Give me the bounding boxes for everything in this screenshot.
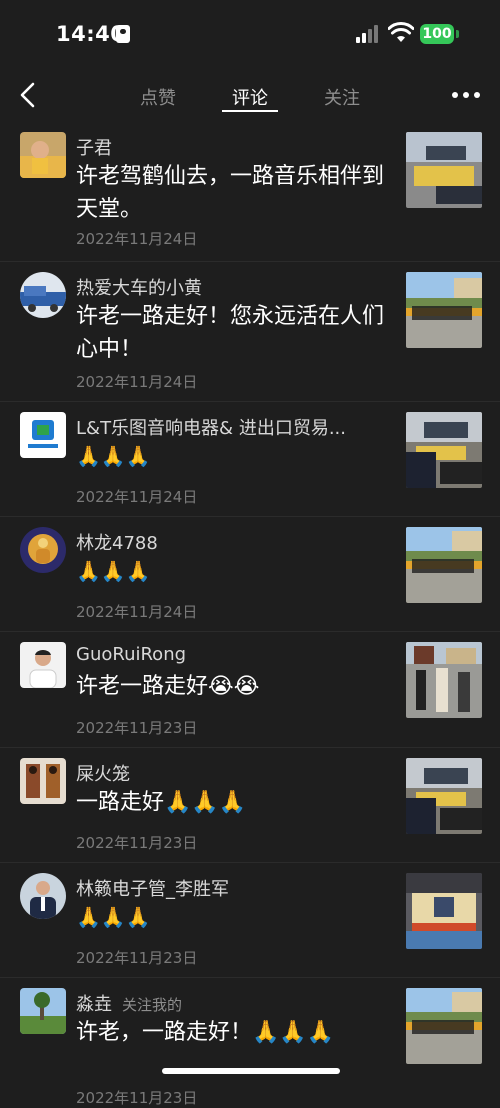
username[interactable]: 子君	[76, 134, 112, 160]
comment-date: 2022年11月24日	[76, 488, 198, 506]
avatar[interactable]	[20, 412, 66, 458]
post-thumbnail[interactable]	[406, 873, 482, 949]
username[interactable]: 林龙4788	[76, 529, 158, 555]
tab-comments[interactable]: 评论	[232, 84, 268, 110]
status-time: 14:40	[56, 22, 126, 46]
username[interactable]: 热爱大车的小黄	[76, 274, 202, 300]
username-text[interactable]: 淼垚	[76, 994, 112, 1015]
comment-text: 🙏🙏🙏	[76, 559, 151, 583]
comment-text: 许老一路走好😭😭	[76, 674, 260, 699]
avatar[interactable]	[20, 988, 66, 1034]
tab-follows[interactable]: 关注	[324, 84, 360, 110]
list-item[interactable]: L&T乐图音响电器& 进出口贸易... 🙏🙏🙏 2022年11月24日	[0, 402, 500, 517]
avatar[interactable]	[20, 642, 66, 688]
active-tab-indicator	[222, 110, 278, 112]
avatar[interactable]	[20, 758, 66, 804]
post-thumbnail[interactable]	[406, 642, 482, 718]
comment-date: 2022年11月23日	[76, 1089, 198, 1107]
list-item[interactable]: 林籁电子管_李胜军 🙏🙏🙏 2022年11月23日	[0, 863, 500, 978]
post-thumbnail[interactable]	[406, 272, 482, 348]
comment-date: 2022年11月24日	[76, 373, 198, 391]
comment-text: 许老驾鹤仙去，一路音乐相伴到天堂。	[76, 164, 385, 222]
list-item[interactable]: GuoRuiRong 许老一路走好😭😭 2022年11月23日	[0, 632, 500, 748]
comment-date: 2022年11月23日	[76, 719, 198, 737]
battery-icon: 100	[420, 24, 454, 44]
comment-date: 2022年11月24日	[76, 603, 198, 621]
list-item[interactable]: 林龙4788 🙏🙏🙏 2022年11月24日	[0, 517, 500, 632]
comment-text: 一路走好🙏🙏🙏	[76, 790, 247, 815]
post-thumbnail[interactable]	[406, 412, 482, 488]
battery-tip	[456, 30, 459, 38]
post-thumbnail[interactable]	[406, 988, 482, 1064]
comment-text: 许老，一路走好！🙏🙏🙏	[76, 1020, 335, 1045]
comment-text: 许老一路走好！您永远活在人们心中！	[76, 304, 385, 362]
comment-date: 2022年11月23日	[76, 949, 198, 967]
comment-text: 🙏🙏🙏	[76, 444, 151, 468]
list-item[interactable]: 热爱大车的小黄 许老一路走好！您永远活在人们心中！ 2022年11月24日	[0, 262, 500, 402]
post-thumbnail[interactable]	[406, 758, 482, 834]
list-item[interactable]: 淼垚 关注我的 许老，一路走好！🙏🙏🙏 2022年11月23日	[0, 978, 500, 1107]
post-thumbnail[interactable]	[406, 527, 482, 603]
comment-date: 2022年11月23日	[76, 834, 198, 852]
list-item[interactable]: 屎火笼 一路走好🙏🙏🙏 2022年11月23日	[0, 748, 500, 863]
avatar[interactable]	[20, 873, 66, 919]
username[interactable]: 屎火笼	[76, 760, 130, 786]
id-card-icon	[116, 25, 130, 43]
username[interactable]: GuoRuiRong	[76, 644, 186, 665]
cellular-signal-icon	[356, 25, 380, 43]
avatar[interactable]	[20, 527, 66, 573]
wifi-icon	[388, 22, 414, 42]
status-bar: 14:40 100	[0, 0, 500, 66]
tab-likes[interactable]: 点赞	[140, 84, 176, 110]
username[interactable]: 淼垚 关注我的	[76, 990, 182, 1016]
nav-bar: 点赞 评论 关注	[0, 70, 500, 122]
home-indicator[interactable]	[162, 1068, 340, 1074]
username[interactable]: L&T乐图音响电器& 进出口贸易...	[76, 414, 346, 440]
comment-text: 🙏🙏🙏	[76, 905, 151, 929]
post-thumbnail[interactable]	[406, 132, 482, 208]
follows-me-tag: 关注我的	[122, 996, 183, 1014]
avatar[interactable]	[20, 272, 66, 318]
username[interactable]: 林籁电子管_李胜军	[76, 875, 229, 901]
more-options-icon[interactable]	[452, 92, 480, 98]
back-chevron-icon[interactable]	[14, 80, 44, 110]
list-item[interactable]: 子君 许老驾鹤仙去，一路音乐相伴到天堂。 2022年11月24日	[0, 122, 500, 262]
comment-date: 2022年11月24日	[76, 230, 198, 248]
avatar[interactable]	[20, 132, 66, 178]
